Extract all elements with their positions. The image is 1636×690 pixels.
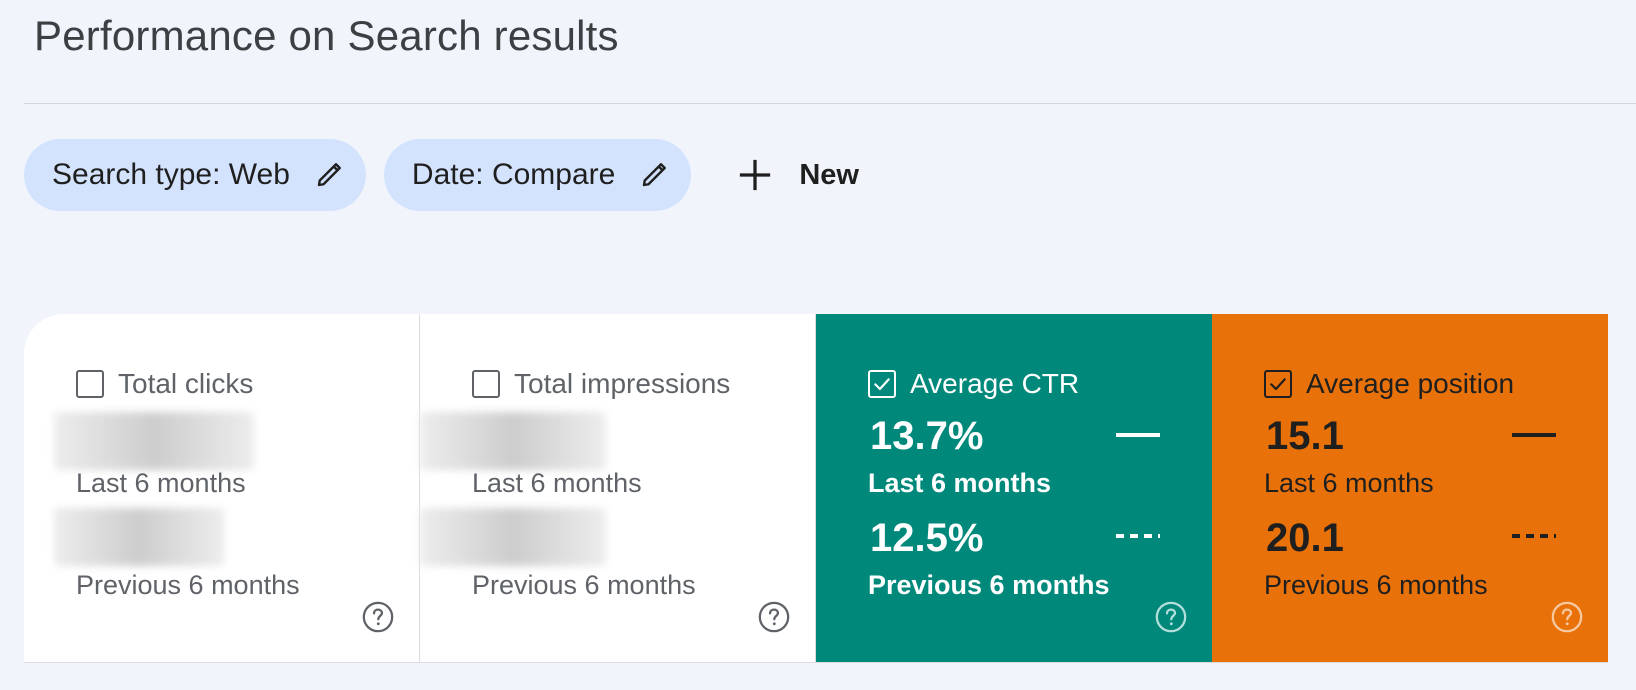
title-divider [24, 103, 1636, 104]
new-filter-label: New [799, 158, 859, 191]
metric-header: Total impressions [472, 368, 730, 400]
current-value: 15.1 [1266, 414, 1344, 458]
new-filter-button[interactable]: New [709, 139, 877, 211]
plus-icon [740, 159, 771, 191]
blurred-previous-value [54, 508, 224, 566]
previous-period-label: Previous 6 months [472, 570, 696, 600]
legend-solid-line [1116, 433, 1160, 437]
date-chip-label: Date: Compare [411, 158, 616, 191]
help-icon[interactable] [757, 600, 791, 634]
search-type-chip-label: Search type: Web [52, 158, 290, 191]
previous-value: 12.5% [870, 516, 984, 560]
page-title: Performance on Search results [34, 12, 619, 59]
current-period-label: Last 6 months [1264, 468, 1434, 498]
previous-value: 20.1 [1266, 516, 1344, 560]
blurred-current-value [420, 412, 606, 470]
legend-dashed-line [1512, 534, 1556, 538]
help-icon[interactable] [1550, 600, 1584, 634]
metric-card-average-ctr[interactable]: Average CTR 13.7% Last 6 months 12.5% Pr… [816, 314, 1212, 662]
blurred-current-value [54, 412, 254, 470]
previous-period-label: Previous 6 months [76, 570, 300, 600]
previous-period-label: Previous 6 months [1264, 570, 1488, 600]
filter-bar: Search type: Web Date: Compare New [24, 139, 877, 211]
metric-checkbox[interactable] [472, 370, 500, 398]
metric-checkbox[interactable] [76, 370, 104, 398]
current-period-label: Last 6 months [76, 468, 246, 498]
metric-header: Average position [1264, 368, 1514, 400]
metric-checkbox-checked[interactable] [868, 370, 896, 398]
metric-cards: Total clicks Last 6 months Previous 6 mo… [24, 314, 1608, 663]
help-icon[interactable] [361, 600, 395, 634]
metric-label: Average position [1306, 368, 1515, 399]
metric-label: Total clicks [118, 368, 254, 399]
metric-header: Total clicks [76, 368, 253, 400]
date-chip[interactable]: Date: Compare [383, 139, 692, 211]
blurred-previous-value [420, 508, 606, 566]
legend-solid-line [1512, 433, 1556, 437]
check-icon [1270, 378, 1286, 391]
current-value: 13.7% [870, 414, 984, 458]
current-period-label: Last 6 months [868, 468, 1052, 498]
metric-card-total-impressions[interactable]: Total impressions Last 6 months Previous… [420, 314, 816, 662]
metric-label: Average CTR [910, 368, 1080, 399]
metric-header: Average CTR [868, 368, 1079, 400]
current-period-label: Last 6 months [472, 468, 642, 498]
legend-dashed-line [1116, 534, 1160, 538]
pencil-icon[interactable] [639, 160, 669, 190]
metric-label: Total impressions [514, 368, 731, 399]
metric-card-average-position[interactable]: Average position 15.1 Last 6 months 20.1… [1212, 314, 1608, 662]
help-icon[interactable] [1154, 600, 1188, 634]
pencil-icon[interactable] [314, 160, 344, 190]
metric-checkbox-checked[interactable] [1264, 370, 1292, 398]
search-type-chip[interactable]: Search type: Web [24, 139, 366, 211]
previous-period-label: Previous 6 months [868, 570, 1110, 600]
metric-card-total-clicks[interactable]: Total clicks Last 6 months Previous 6 mo… [24, 314, 420, 662]
check-icon [874, 378, 890, 391]
